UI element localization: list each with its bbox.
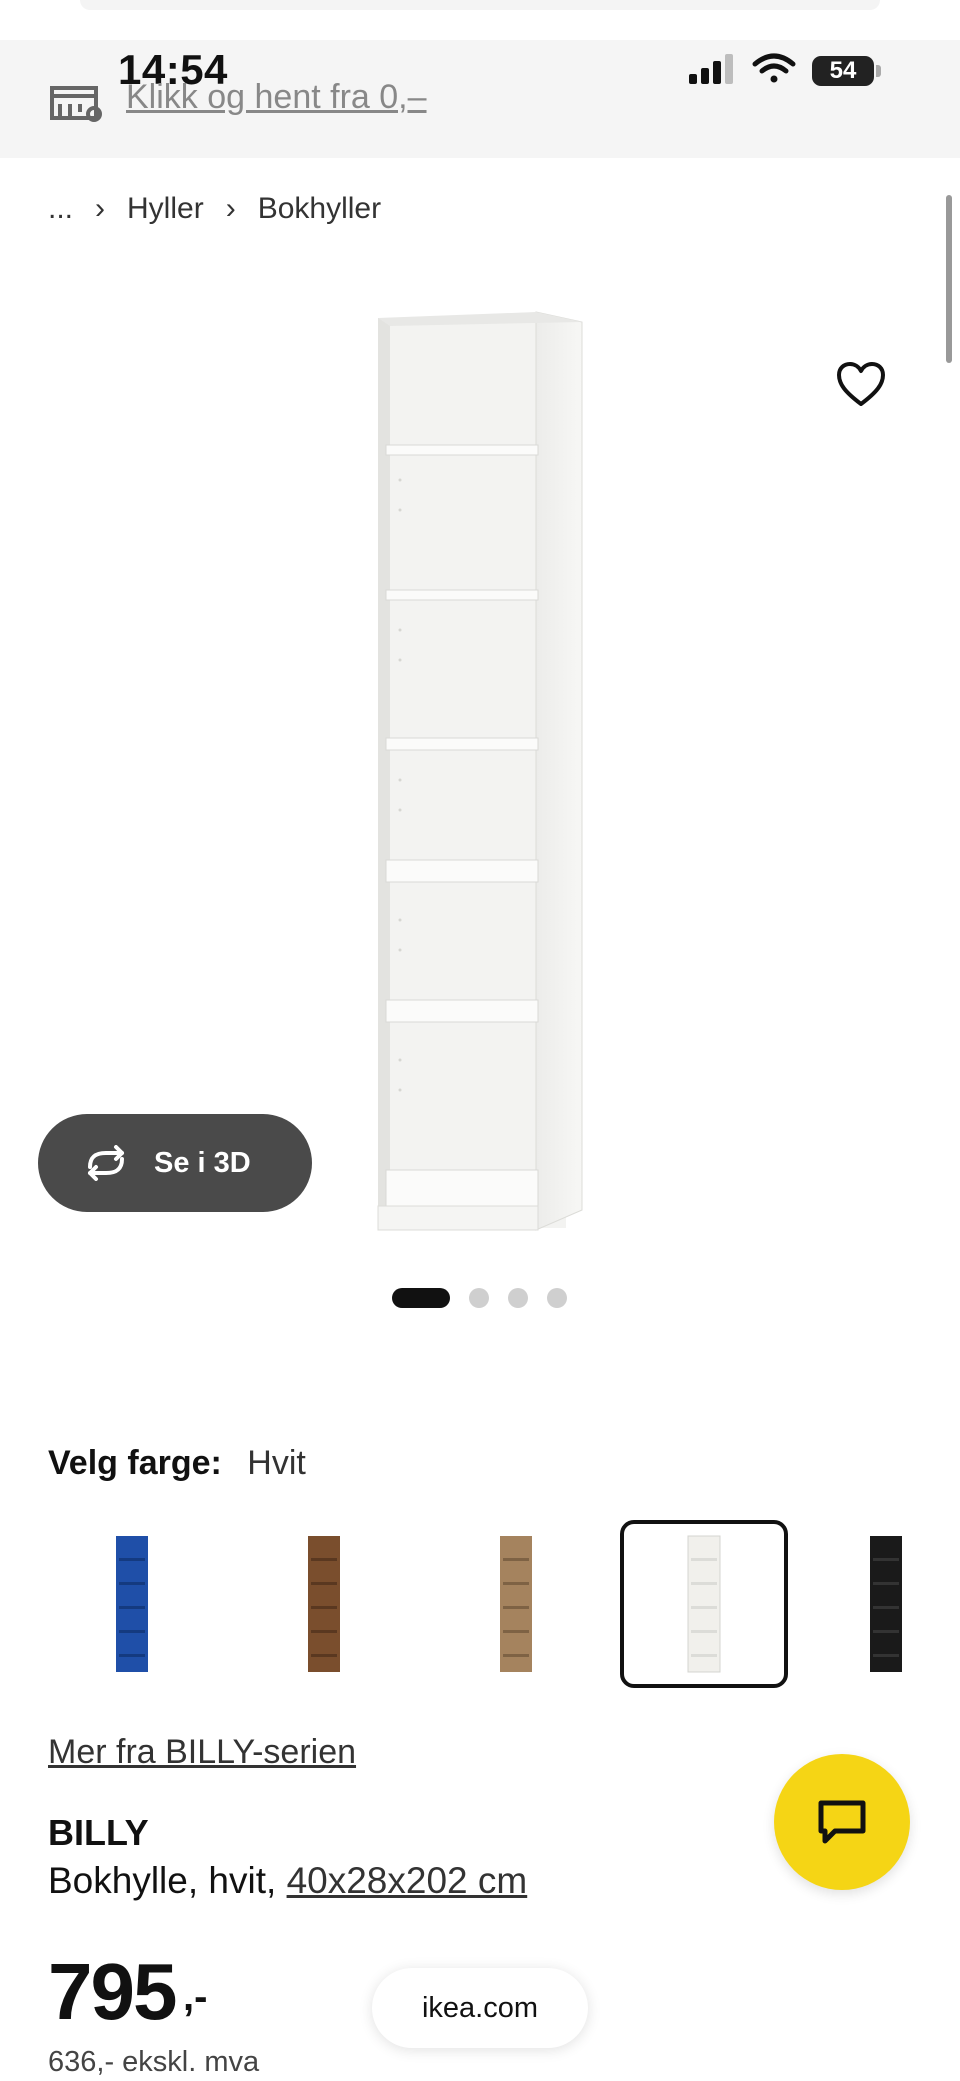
url-text: ikea.com xyxy=(421,1991,539,2024)
rotate-icon xyxy=(88,1145,124,1181)
gallery-dot[interactable] xyxy=(469,1288,489,1308)
bookcase-thumbnail xyxy=(870,1536,902,1672)
chevron-right-icon: › xyxy=(225,192,236,225)
battery-icon: 54 xyxy=(812,56,874,86)
bookcase-thumbnail xyxy=(308,1536,340,1672)
breadcrumb-item-shelves[interactable]: Hyller xyxy=(127,192,204,226)
battery-cap xyxy=(876,65,881,77)
price-suffix: ,- xyxy=(183,1975,208,2019)
price-ex-vat: 636,- ekskl. mva xyxy=(48,2046,260,2078)
breadcrumb-ellipsis[interactable]: ... xyxy=(48,192,73,226)
chat-button[interactable] xyxy=(774,1754,910,1890)
scrollbar[interactable] xyxy=(946,195,952,363)
bookcase-thumbnail xyxy=(116,1536,148,1672)
view-in-3d-label: Se i 3D xyxy=(154,1146,251,1179)
chevron-right-icon: › xyxy=(95,192,106,225)
selected-color: Hvit xyxy=(247,1444,306,1482)
chat-bubble-icon xyxy=(818,1800,866,1844)
dimensions-link[interactable]: 40x28x202 cm xyxy=(287,1860,528,1901)
product-image[interactable] xyxy=(360,300,620,1260)
wifi-icon xyxy=(752,53,796,83)
product-name: BILLY xyxy=(48,1812,149,1853)
gallery-dot-active[interactable] xyxy=(392,1288,450,1308)
gallery-pagination xyxy=(392,1288,586,1308)
gallery-dot[interactable] xyxy=(508,1288,528,1308)
click-and-collect-link[interactable]: Klikk og hent fra 0,– xyxy=(126,78,427,117)
store-icon xyxy=(50,86,102,122)
color-swatch-blue[interactable] xyxy=(48,1520,216,1688)
gallery-dot[interactable] xyxy=(547,1288,567,1308)
price: 795 xyxy=(48,1947,177,2036)
color-swatch-white-selected[interactable] xyxy=(620,1520,788,1688)
color-swatch-brown-walnut[interactable] xyxy=(240,1520,408,1688)
product-type: Bokhylle, hvit, xyxy=(48,1860,287,1901)
product-description: Bokhylle, hvit, 40x28x202 cm xyxy=(48,1860,527,1902)
bookcase-thumbnail xyxy=(500,1536,532,1672)
breadcrumb: ... › Hyller › Bokhyller xyxy=(48,192,381,226)
series-link[interactable]: Mer fra BILLY-serien xyxy=(48,1733,356,1772)
color-label-title: Velg farge: xyxy=(48,1444,222,1482)
signal-icon xyxy=(689,54,733,84)
bookcase-thumbnail xyxy=(687,1535,721,1673)
view-in-3d-button[interactable]: Se i 3D xyxy=(38,1114,312,1212)
breadcrumb-item-bookcases[interactable]: Bokhyller xyxy=(258,192,381,226)
favorite-heart-icon[interactable] xyxy=(835,360,887,408)
browser-url-bar[interactable]: ikea.com xyxy=(372,1968,588,2048)
color-label: Velg farge: Hvit xyxy=(48,1444,306,1483)
color-swatch-oak-veneer[interactable] xyxy=(432,1520,600,1688)
previous-page-edge xyxy=(80,0,880,10)
color-swatch-black[interactable] xyxy=(812,1520,960,1688)
